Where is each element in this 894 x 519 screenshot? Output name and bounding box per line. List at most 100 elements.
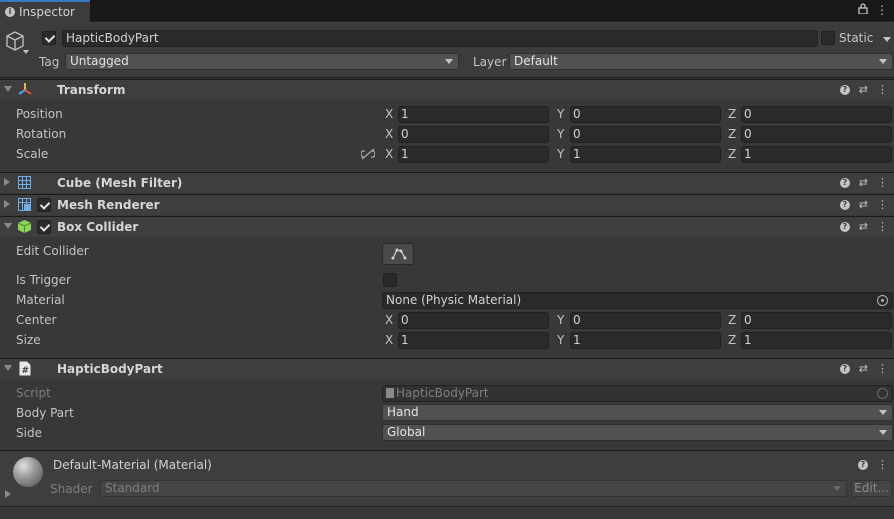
layer-label: Layer bbox=[473, 55, 507, 69]
bottom-divider bbox=[0, 506, 894, 507]
scale-y-label: Y bbox=[557, 147, 565, 161]
rotation-z-field[interactable]: 0 bbox=[741, 126, 892, 143]
scale-x-field[interactable]: 1 bbox=[398, 146, 549, 163]
tag-label: Tag bbox=[39, 55, 60, 69]
material-object-field[interactable]: None (Physic Material) bbox=[382, 292, 893, 309]
haptic-body-part-header[interactable]: # HapticBodyPart ? ⇄ ⋮ bbox=[0, 358, 894, 379]
active-toggle[interactable] bbox=[42, 31, 56, 45]
scale-z-field[interactable]: 1 bbox=[741, 146, 892, 163]
size-x-label: X bbox=[385, 333, 394, 347]
object-picker-icon[interactable] bbox=[877, 295, 888, 306]
scale-y-field[interactable]: 1 bbox=[570, 146, 721, 163]
mesh-renderer-enabled-toggle[interactable] bbox=[37, 198, 51, 212]
center-x-field[interactable]: 0 bbox=[398, 312, 549, 329]
scale-label: Scale bbox=[16, 147, 49, 161]
tab-inspector[interactable]: i Inspector bbox=[0, 0, 90, 22]
scale-x-label: X bbox=[385, 147, 394, 161]
size-x-field[interactable]: 1 bbox=[398, 332, 549, 349]
edit-button-label: Edit... bbox=[854, 481, 889, 495]
size-label: Size bbox=[16, 333, 41, 347]
position-z-label: Z bbox=[728, 107, 737, 121]
rotation-x-label: X bbox=[385, 127, 394, 141]
info-icon: i bbox=[5, 7, 15, 17]
shader-dropdown[interactable]: Standard bbox=[100, 480, 847, 497]
size-z-field[interactable]: 1 bbox=[741, 332, 892, 349]
size-y-field[interactable]: 1 bbox=[570, 332, 721, 349]
box-collider-enabled-toggle[interactable] bbox=[37, 220, 51, 234]
box-collider-header[interactable]: Box Collider ? ⇄ ⋮ bbox=[0, 216, 894, 237]
center-y-label: Y bbox=[557, 313, 565, 327]
component-title: HapticBodyPart bbox=[57, 362, 163, 376]
foldout-arrow[interactable] bbox=[5, 490, 11, 498]
component-title: Cube (Mesh Filter) bbox=[57, 176, 183, 190]
side-value: Global bbox=[387, 425, 426, 439]
size-z-label: Z bbox=[728, 333, 737, 347]
position-y-field[interactable]: 0 bbox=[570, 106, 721, 123]
gameobject-dropdown-arrow[interactable] bbox=[23, 50, 29, 54]
help-icon[interactable]: ? bbox=[839, 178, 850, 188]
is-trigger-label: Is Trigger bbox=[16, 273, 71, 287]
constrain-proportions-icon[interactable] bbox=[361, 148, 375, 160]
object-name-field[interactable]: HapticBodyPart bbox=[62, 30, 818, 47]
foldout-arrow[interactable] bbox=[4, 178, 10, 186]
mesh-renderer-icon bbox=[18, 198, 31, 211]
help-icon[interactable]: ? bbox=[839, 200, 850, 210]
material-section: Default-Material (Material) ? ⋮ Shader S… bbox=[0, 450, 894, 506]
help-icon[interactable]: ? bbox=[839, 222, 850, 232]
mesh-filter-header[interactable]: Cube (Mesh Filter) ? ⇄ ⋮ bbox=[0, 172, 894, 193]
center-z-label: Z bbox=[728, 313, 737, 327]
static-toggle[interactable] bbox=[821, 31, 835, 45]
tag-value: Untagged bbox=[70, 54, 129, 68]
foldout-arrow[interactable] bbox=[4, 86, 12, 92]
side-dropdown[interactable]: Global bbox=[382, 424, 893, 441]
chevron-down-icon bbox=[879, 59, 887, 64]
kebab-menu-icon[interactable]: ⋮ bbox=[877, 198, 888, 211]
tag-dropdown[interactable]: Untagged bbox=[65, 53, 459, 70]
rotation-y-field[interactable]: 0 bbox=[570, 126, 721, 143]
position-x-label: X bbox=[385, 107, 394, 121]
presets-icon[interactable]: ⇄ bbox=[859, 362, 868, 375]
is-trigger-checkbox[interactable] bbox=[383, 273, 397, 287]
layer-dropdown[interactable]: Default bbox=[509, 53, 893, 70]
mesh-renderer-header[interactable]: Mesh Renderer ? ⇄ ⋮ bbox=[0, 194, 894, 215]
kebab-menu-icon[interactable]: ⋮ bbox=[877, 176, 888, 189]
kebab-menu-icon[interactable]: ⋮ bbox=[877, 458, 888, 471]
help-icon[interactable]: ? bbox=[839, 364, 850, 374]
script-label: Script bbox=[16, 386, 51, 400]
presets-icon[interactable]: ⇄ bbox=[859, 220, 868, 233]
presets-icon[interactable]: ⇄ bbox=[859, 83, 868, 96]
kebab-menu-icon[interactable]: ⋮ bbox=[876, 3, 888, 17]
rotation-z-label: Z bbox=[728, 127, 737, 141]
component-title: Box Collider bbox=[57, 220, 139, 234]
static-dropdown-arrow[interactable] bbox=[883, 37, 891, 42]
tab-bar: i Inspector ⋮ bbox=[0, 0, 894, 22]
center-y-field[interactable]: 0 bbox=[570, 312, 721, 329]
foldout-arrow[interactable] bbox=[4, 365, 12, 371]
kebab-menu-icon[interactable]: ⋮ bbox=[877, 83, 888, 96]
center-z-field[interactable]: 0 bbox=[741, 312, 892, 329]
presets-icon[interactable]: ⇄ bbox=[859, 198, 868, 211]
static-label: Static bbox=[839, 31, 874, 45]
material-sphere-preview bbox=[13, 457, 43, 487]
presets-icon[interactable]: ⇄ bbox=[859, 176, 868, 189]
help-icon[interactable]: ? bbox=[839, 85, 850, 95]
size-y-label: Y bbox=[557, 333, 565, 347]
rotation-label: Rotation bbox=[16, 127, 67, 141]
edit-collider-icon bbox=[391, 248, 407, 260]
shader-edit-button[interactable]: Edit... bbox=[851, 480, 892, 497]
foldout-arrow[interactable] bbox=[4, 200, 10, 208]
center-label: Center bbox=[16, 313, 57, 327]
kebab-menu-icon[interactable]: ⋮ bbox=[877, 220, 888, 233]
body-part-dropdown[interactable]: Hand bbox=[382, 404, 893, 421]
rotation-x-field[interactable]: 0 bbox=[398, 126, 549, 143]
help-icon[interactable]: ? bbox=[858, 460, 868, 470]
position-z-field[interactable]: 0 bbox=[741, 106, 892, 123]
transform-header[interactable]: Transform ? ⇄ ⋮ bbox=[0, 79, 894, 100]
foldout-arrow[interactable] bbox=[4, 223, 12, 229]
side-label: Side bbox=[16, 426, 42, 440]
edit-collider-button[interactable] bbox=[382, 243, 414, 265]
lock-icon[interactable] bbox=[858, 3, 868, 17]
kebab-menu-icon[interactable]: ⋮ bbox=[877, 362, 888, 375]
position-x-field[interactable]: 1 bbox=[398, 106, 549, 123]
chevron-down-icon bbox=[445, 59, 453, 64]
